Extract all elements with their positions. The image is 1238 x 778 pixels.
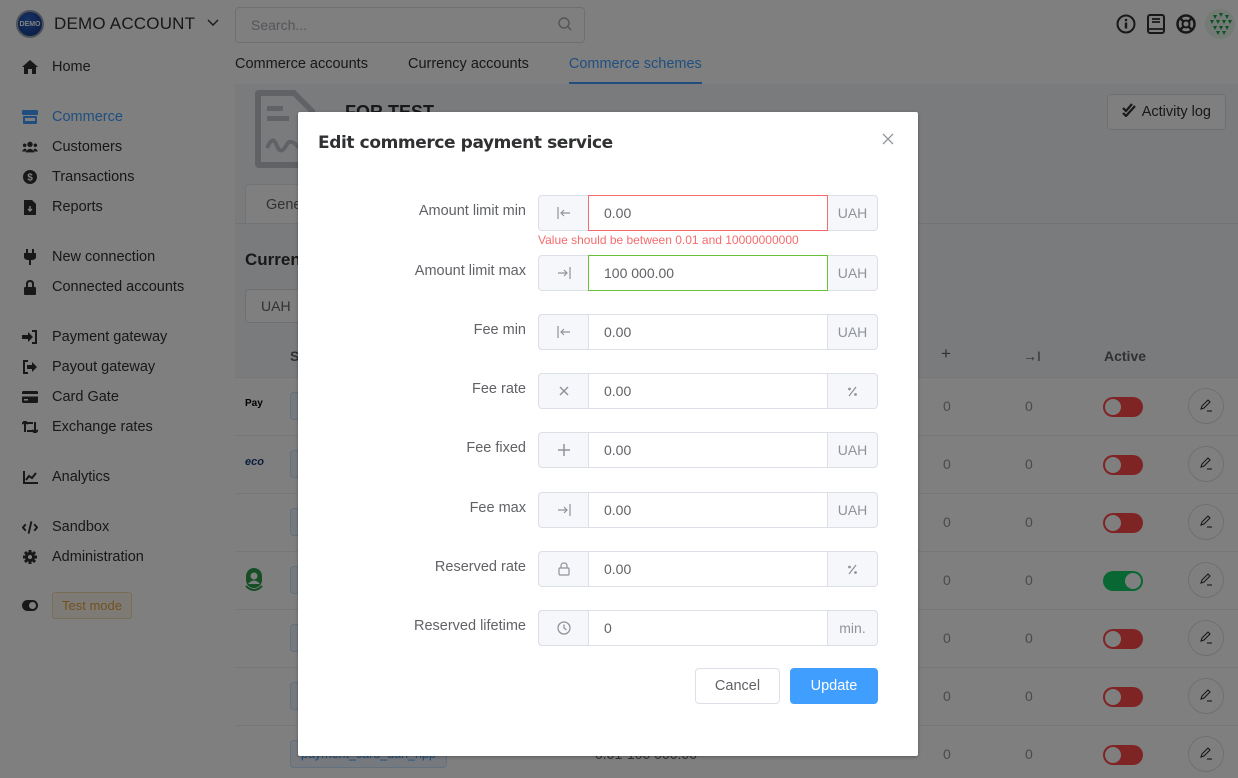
edit-payment-service-dialog: Edit commerce payment service Amount lim… (298, 112, 918, 756)
field-label: Fee rate (472, 381, 526, 397)
form-row-fee-min: Fee min UAH (298, 314, 918, 350)
arrow-right-to-bar-icon (538, 492, 588, 528)
reserved-rate-input[interactable] (588, 551, 828, 587)
field-label: Amount limit min (418, 203, 526, 219)
field-label: Fee min (473, 322, 526, 338)
unit-suffix: UAH (828, 432, 878, 468)
amount-limit-max-input[interactable] (588, 255, 828, 291)
arrow-left-to-bar-icon (538, 195, 588, 231)
form-row-reserved-rate: Reserved rate (298, 551, 918, 587)
plus-icon (538, 432, 588, 468)
field-label: Reserved rate (434, 559, 526, 575)
unit-suffix (828, 373, 878, 409)
unit-suffix: UAH (828, 255, 878, 291)
form-row-amount-limit-max: Amount limit max UAH (298, 255, 918, 291)
reserved-lifetime-input[interactable] (588, 610, 828, 646)
fee-min-input[interactable] (588, 314, 828, 350)
form-row-fee-max: Fee max UAH (298, 492, 918, 528)
field-label: Fee fixed (466, 440, 526, 456)
input-group: UAH (538, 314, 878, 350)
field-error: Value should be between 0.01 and 1000000… (538, 233, 799, 247)
arrow-right-to-bar-icon (538, 255, 588, 291)
close-icon[interactable] (880, 131, 896, 147)
unit-suffix: UAH (828, 314, 878, 350)
form-row-fee-rate: Fee rate (298, 373, 918, 409)
input-group: UAH (538, 432, 878, 468)
input-group: UAH (538, 255, 878, 291)
input-group: UAH (538, 195, 878, 231)
form-row-amount-limit-min: Amount limit min UAH Value should be betwe… (298, 195, 918, 247)
fee-fixed-input[interactable] (588, 432, 828, 468)
arrow-left-to-bar-icon (538, 314, 588, 350)
form-row-fee-fixed: Fee fixed UAH (298, 432, 918, 468)
multiply-icon (538, 373, 588, 409)
input-group (538, 373, 878, 409)
form-row-reserved-lifetime: Reserved lifetime min. (298, 610, 918, 646)
amount-limit-min-input[interactable] (588, 195, 828, 231)
clock-icon (538, 610, 588, 646)
input-group (538, 551, 878, 587)
update-button[interactable]: Update (790, 668, 878, 704)
unit-suffix: UAH (828, 492, 878, 528)
field-label: Reserved lifetime (413, 618, 526, 634)
unit-suffix (828, 551, 878, 587)
fee-rate-input[interactable] (588, 373, 828, 409)
input-group: min. (538, 610, 878, 646)
cancel-button[interactable]: Cancel (695, 668, 780, 704)
field-label: Amount limit max (414, 263, 526, 279)
field-label: Fee max (469, 500, 526, 516)
lock-icon (538, 551, 588, 587)
unit-suffix: UAH (828, 195, 878, 231)
dialog-title: Edit commerce payment service (318, 133, 613, 153)
fee-max-input[interactable] (588, 492, 828, 528)
unit-suffix: min. (828, 610, 878, 646)
input-group: UAH (538, 492, 878, 528)
